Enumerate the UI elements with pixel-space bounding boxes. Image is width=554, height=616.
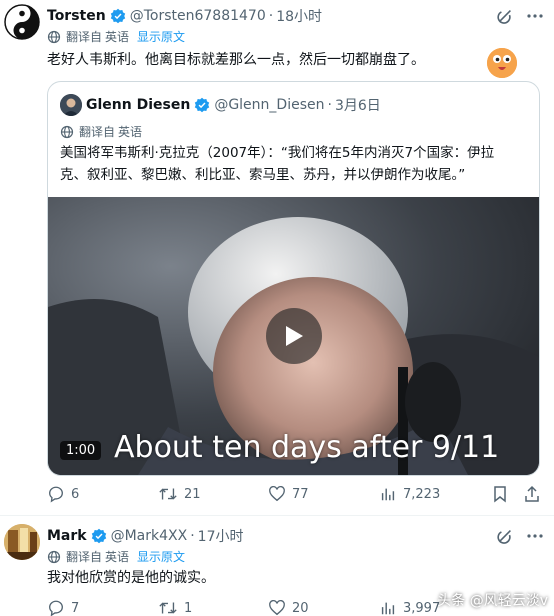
verified-icon: [91, 528, 107, 544]
bookmark-button[interactable]: [490, 484, 510, 504]
reply-button[interactable]: 7: [47, 599, 158, 616]
avatar-mark[interactable]: [4, 524, 40, 560]
globe-icon: [60, 125, 74, 139]
translated-from-label: 翻译自: [66, 550, 103, 564]
share-icon: [525, 485, 539, 502]
show-original-link[interactable]: 显示原文: [137, 28, 185, 45]
verified-icon: [194, 97, 210, 113]
video-duration: 1:00: [60, 441, 102, 460]
source-language: 英语: [105, 30, 130, 44]
translation-info: 翻译自 英语 显示原文: [47, 28, 185, 45]
quote-date[interactable]: 3月6日: [335, 95, 381, 115]
like-count: 77: [292, 486, 309, 502]
reply-icon: [49, 486, 63, 503]
timestamp[interactable]: 18小时: [276, 6, 322, 26]
tweet-divider: [0, 515, 554, 516]
globe-icon: [47, 550, 61, 564]
repost-icon: [159, 488, 177, 500]
views-icon: [381, 488, 395, 501]
tweet-header: Torsten @Torsten67881470 · 18小时: [47, 6, 322, 26]
repost-count: 1: [184, 600, 193, 616]
translated-from-label: 翻译自: [66, 30, 103, 44]
avatar-glenn-diesen[interactable]: [60, 94, 82, 116]
reply-icon: [49, 600, 63, 616]
source-language: 英语: [118, 125, 143, 139]
reply-button[interactable]: 6: [47, 485, 158, 503]
grok-icon[interactable]: [495, 6, 515, 26]
separator-dot: ·: [268, 8, 274, 24]
views-count: 3,997: [403, 600, 441, 616]
more-icon[interactable]: [524, 526, 546, 546]
like-icon: [269, 599, 285, 616]
repost-icon: [159, 602, 177, 614]
quote-translation-info: 翻译自 英语: [60, 123, 142, 140]
display-name[interactable]: Torsten: [47, 8, 106, 24]
separator-dot: ·: [327, 97, 332, 113]
separator-dot: ·: [190, 528, 195, 544]
person-photo-icon: [60, 94, 82, 116]
watermark: 头条 @风轻云淡v: [437, 593, 548, 609]
repost-count: 21: [184, 486, 201, 502]
translated-from-label: 翻译自: [79, 125, 116, 139]
grok-icon[interactable]: [495, 526, 515, 546]
repost-button[interactable]: 21: [158, 485, 268, 503]
verified-icon: [110, 8, 126, 24]
quote-header: Glenn Diesen @Glenn_Diesen · 3月6日: [86, 95, 381, 115]
reply-count: 6: [71, 486, 80, 502]
views-button[interactable]: 7,223: [379, 485, 489, 503]
yin-yang-icon: [4, 4, 40, 40]
like-button[interactable]: 77: [268, 485, 379, 503]
show-original-link[interactable]: 显示原文: [137, 548, 185, 565]
play-button[interactable]: [266, 308, 322, 364]
quote-text-line1: 美国将军韦斯利·克拉克（2007年）：“我们将在5年内消灭7个国家：伊拉: [60, 145, 495, 161]
quote-display-name[interactable]: Glenn Diesen: [86, 97, 190, 113]
like-button[interactable]: 20: [268, 599, 379, 616]
translation-info: 翻译自 英语 显示原文: [47, 548, 185, 565]
display-name[interactable]: Mark: [47, 528, 87, 544]
play-icon: [286, 326, 303, 346]
quote-handle[interactable]: @Glenn_Diesen: [214, 97, 324, 113]
more-icon[interactable]: [524, 6, 546, 26]
repost-button[interactable]: 1: [158, 599, 268, 616]
like-icon: [269, 485, 285, 502]
avatar-image-icon: [4, 524, 40, 560]
globe-icon: [47, 30, 61, 44]
share-button[interactable]: [522, 484, 542, 504]
video-caption: About ten days after 9/11: [114, 430, 500, 465]
user-handle[interactable]: @Mark4XX: [111, 528, 188, 544]
avatar-torsten[interactable]: [4, 4, 40, 40]
views-icon: [381, 602, 395, 615]
source-language: 英语: [105, 550, 130, 564]
like-count: 20: [292, 600, 309, 616]
tweet-text: 我对他欣赏的是他的诚实。: [47, 570, 215, 586]
tweet-text: 老好人韦斯利。他离目标就差那么一点，然后一切都崩盘了。: [47, 52, 425, 68]
tweet-header: Mark @Mark4XX · 17小时: [47, 526, 244, 546]
reply-count: 7: [71, 600, 80, 616]
timestamp[interactable]: 17小时: [198, 526, 244, 546]
video-player[interactable]: 1:00 About ten days after 9/11: [48, 197, 539, 475]
quote-text-line2: 克、叙利亚、黎巴嫩、利比亚、索马里、苏丹，并以伊朗作为收尾。”: [60, 167, 466, 183]
quoted-tweet[interactable]: Glenn Diesen @Glenn_Diesen · 3月6日 翻译自 英语…: [47, 81, 540, 476]
views-count: 7,223: [403, 486, 441, 502]
bookmark-icon: [494, 486, 506, 503]
tweet-actions: 6 21 77 7,223: [47, 485, 507, 503]
user-handle[interactable]: @Torsten67881470: [130, 8, 266, 24]
emoji-face-icon: [487, 48, 517, 78]
